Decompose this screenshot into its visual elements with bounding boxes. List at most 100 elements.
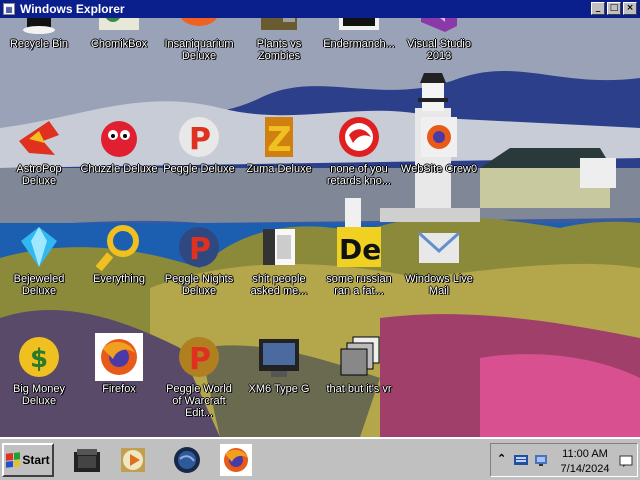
desktop-icon-de[interactable]: De some russian ran a fat... [320,223,398,297]
start-label: Start [22,453,50,467]
peggle-nights-icon: P [179,227,219,267]
maximize-button[interactable]: □ [607,2,621,15]
desktop-icon-label: some russian ran a fat... [326,273,392,297]
desktop-icon-visual-studio[interactable]: Visual Studio 2013 [400,18,478,62]
desktop-icon-label: Chuzzle Deluxe [80,163,158,175]
taskbar: Start ⌃ 11:00 AM 7/14/2024 [0,437,640,480]
xm6-icon [259,339,299,377]
desktop-icon-xm6[interactable]: XM6 Type G [240,333,318,395]
visual-studio-icon [421,18,457,32]
desktop-icon-label: Recycle Bin [9,38,69,50]
desktop-icon-firefox[interactable]: Firefox [80,333,158,395]
start-button[interactable]: Start [2,443,54,477]
zuma-icon: Z [265,117,293,160]
minimize-button[interactable]: _ [591,2,605,15]
globe-icon [174,447,200,473]
desktop-icon-red-globe[interactable]: none of you retards kno... [320,113,398,187]
bejeweled-icon [21,227,57,267]
desktop-icon-label: Insaniquarium Deluxe [164,38,234,62]
svg-text:P: P [189,232,211,267]
magnifier-icon [95,225,139,271]
mail-icon [417,231,461,263]
desktop-icon-label: Plants vs Zombies [256,38,302,62]
desktop-icon-label: none of you retards kno... [326,163,392,187]
desktop-icon-label: Bejeweled Deluxe [13,273,65,297]
firefox-icon [95,333,143,381]
plants-vs-zombies-icon [261,18,297,30]
desktop-icon-label: Everything [93,273,145,285]
desktop-icon-big-money[interactable]: $ Big Money Deluxe [0,333,78,407]
desktop-icon-plants-vs-zombies[interactable]: Plants vs Zombies [240,18,318,62]
desktop-icon-peggle-nights[interactable]: P Peggle Nights Deluxe [160,223,238,297]
desktop-icon-label: Endermanch... [323,38,395,50]
close-button[interactable]: × [623,2,637,15]
desktop-icon-label: Windows Live Mail [405,273,473,297]
desktop-icon-label: AstroPop Deluxe [16,163,62,187]
recycle-bin-icon [23,18,55,34]
desktop-icon-peggle[interactable]: P Peggle Deluxe [160,113,238,175]
windows-flag-icon [6,452,21,468]
peggle-wow-icon: P [179,337,219,377]
desktop-icon-label: shit people asked me... [250,273,308,297]
notification-icon[interactable] [619,454,633,468]
network-icon[interactable] [533,452,549,468]
firefox-icon [220,444,252,476]
desktop-icon-label: XM6 Type G [248,383,310,395]
explorer-window-icon: ▦ [3,3,15,15]
desktop-icon-label: Peggle Nights Deluxe [164,273,234,297]
desktop-icon-bejeweled[interactable]: Bejeweled Deluxe [0,223,78,297]
chuzzle-icon [101,121,137,157]
svg-text:De: De [339,233,381,266]
taskbar-globe-button[interactable] [170,443,204,477]
clock-date[interactable]: 7/14/2024 [555,463,615,475]
desktop-icon-label: that but it's vr [326,383,392,395]
window-title: Windows Explorer [20,2,125,16]
desktop-icon-endermanch[interactable]: Endermanch... [320,18,398,50]
astropop-icon [19,121,59,155]
windows-stack-icon [340,336,380,376]
endermanch-icon [339,18,379,30]
peggle-icon: P [179,117,219,157]
de-icon: De [337,227,381,267]
taskbar-media-player-button[interactable] [116,443,150,477]
desktop-icon-magnifier[interactable]: Everything [80,223,158,285]
desktop-icon-label: Visual Studio 2013 [406,38,471,62]
title-bar[interactable]: ▦ Windows Explorer _ □ × [0,0,640,18]
desktop-icon-zuma[interactable]: Z Zuma Deluxe [240,113,318,175]
svg-text:$: $ [30,344,48,374]
website-icon [421,117,457,157]
desktop-icon-label: Firefox [102,383,136,395]
clock-time[interactable]: 11:00 AM [555,448,615,460]
desktop-icon-recycle-bin[interactable]: Recycle Bin [0,18,78,50]
system-tray: ⌃ 11:00 AM 7/14/2024 [490,443,638,477]
desktop-icon-chuzzle[interactable]: Chuzzle Deluxe [80,113,158,175]
desktop-icon-peggle-wow[interactable]: P Peggle World of Warcraft Edit... [160,333,238,419]
tray-expand-arrow[interactable]: ⌃ [497,452,506,465]
desktop-icon-label: Big Money Deluxe [13,383,65,407]
desktop[interactable]: Recycle Bin ChomikBox Insaniquarium Deluxe… [0,18,640,437]
desktop-icon-mail[interactable]: Windows Live Mail [400,223,478,297]
keyboard-icon[interactable] [513,453,529,467]
big-money-icon: $ [19,337,59,377]
folder-icon [263,229,295,265]
svg-text:P: P [189,342,211,377]
explorer-icon [74,449,100,472]
taskbar-firefox-button[interactable] [219,443,253,477]
desktop-icon-label: Peggle Deluxe [163,163,235,175]
desktop-icon-label: Zuma Deluxe [246,163,312,175]
desktop-icon-chomikbox[interactable]: ChomikBox [80,18,158,50]
chomikbox-icon [99,18,139,30]
red-globe-icon [339,117,379,157]
desktop-icon-astropop[interactable]: AstroPop Deluxe [0,113,78,187]
desktop-icon-label: Peggle World of Warcraft Edit... [166,383,232,419]
media-player-icon [121,448,145,472]
desktop-icon-windows-stack[interactable]: that but it's vr [320,333,398,395]
svg-text:Z: Z [267,120,292,160]
insaniquarium-icon [180,18,218,26]
desktop-icon-website[interactable]: WebSite Crew0 [400,113,478,175]
desktop-icon-label: ChomikBox [90,38,148,50]
desktop-icon-insaniquarium[interactable]: Insaniquarium Deluxe [160,18,238,62]
svg-text:P: P [189,122,211,157]
desktop-icon-folder[interactable]: shit people asked me... [240,223,318,297]
taskbar-explorer-button[interactable] [70,443,104,477]
